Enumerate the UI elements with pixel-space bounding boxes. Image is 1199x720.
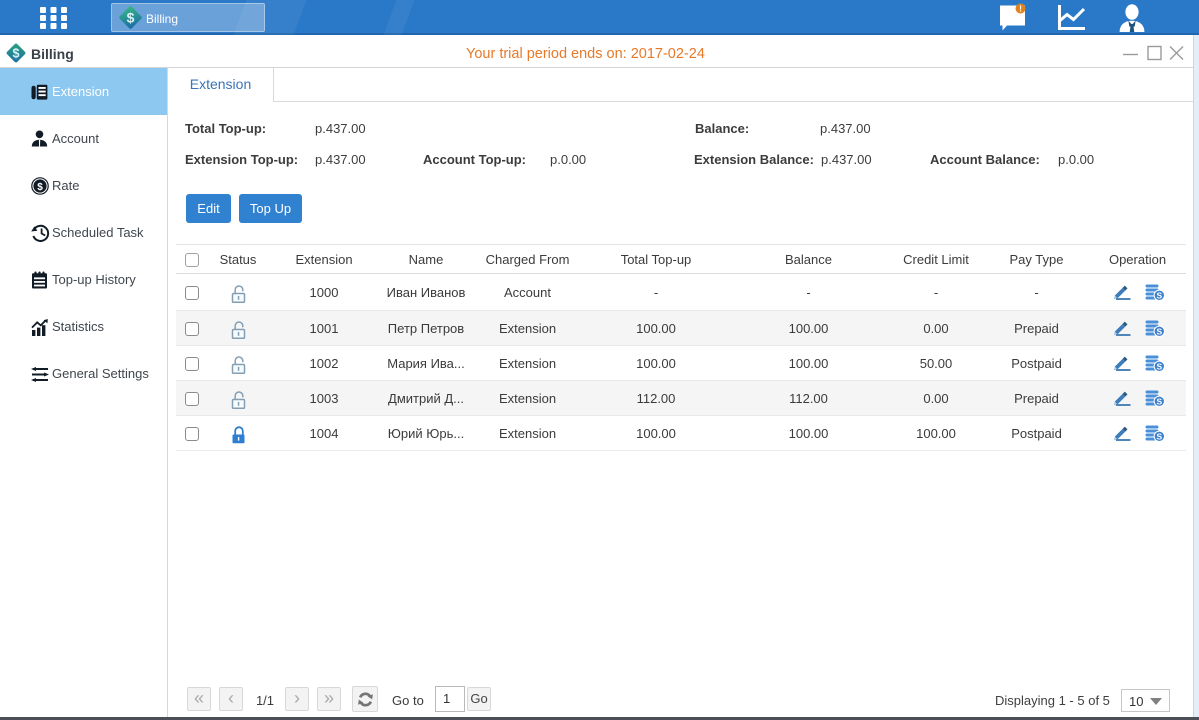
svg-text:S: S <box>1156 326 1162 336</box>
svg-text:$: $ <box>127 10 135 26</box>
svg-text:$: $ <box>37 182 43 193</box>
svg-text:$: $ <box>13 47 20 61</box>
svg-text:S: S <box>1156 431 1162 441</box>
svg-text:!: ! <box>1019 4 1022 14</box>
svg-text:S: S <box>1156 396 1162 406</box>
svg-text:S: S <box>1156 361 1162 371</box>
svg-text:S: S <box>1156 290 1162 300</box>
